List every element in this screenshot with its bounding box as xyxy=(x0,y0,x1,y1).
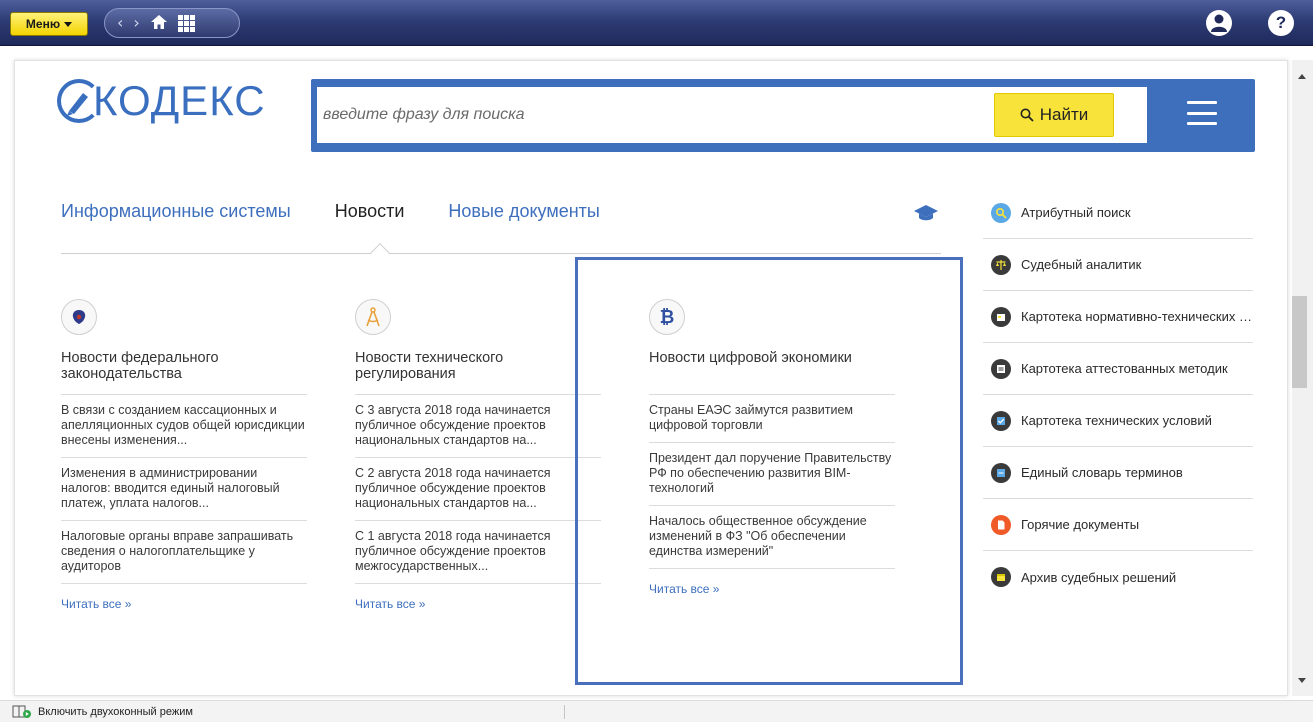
sidebar: Атрибутный поиск Судебный аналитик Карто… xyxy=(983,187,1253,603)
coat-of-arms-icon xyxy=(61,299,97,335)
menu-label: Меню xyxy=(25,17,61,31)
grid-icon[interactable] xyxy=(177,14,195,32)
main-content: КОДЕКС Найти Информационные системы Ново… xyxy=(14,60,1288,696)
catalog-icon xyxy=(991,358,1011,379)
catalog-icon xyxy=(991,410,1011,431)
sidebar-item-methods-catalog[interactable]: Картотека аттестованных методик xyxy=(983,343,1253,395)
column-title: Новости федерального законодательства xyxy=(61,350,219,382)
hot-document-icon xyxy=(991,514,1011,535)
scroll-down-icon[interactable] xyxy=(1298,678,1306,683)
graduation-cap-icon[interactable] xyxy=(913,203,939,223)
sidebar-item-label: Картотека нормативно-технических докумен… xyxy=(1021,309,1253,324)
tab-new-documents[interactable]: Новые документы xyxy=(448,201,599,222)
sidebar-item-court-archive[interactable]: Архив судебных решений xyxy=(983,551,1253,603)
compass-icon xyxy=(355,299,391,335)
sidebar-item-label: Атрибутный поиск xyxy=(1021,205,1131,220)
hamburger-menu-icon[interactable] xyxy=(1187,101,1217,125)
news-item[interactable]: В связи с созданием кассационных и апелл… xyxy=(61,394,307,457)
dictionary-icon xyxy=(991,462,1011,483)
read-all-link[interactable]: Читать все » xyxy=(355,583,601,611)
logo-text: КОДЕКС xyxy=(93,77,266,124)
tab-divider xyxy=(61,253,941,254)
logo[interactable]: КОДЕКС xyxy=(57,77,266,125)
user-icon[interactable] xyxy=(1206,10,1232,36)
highlight-frame xyxy=(575,257,963,685)
tab-information-systems[interactable]: Информационные системы xyxy=(61,201,291,222)
search-icon xyxy=(1020,108,1034,122)
scales-icon xyxy=(991,254,1011,275)
catalog-icon xyxy=(991,306,1011,327)
top-toolbar: Меню ‹ › ? xyxy=(0,0,1313,46)
read-all-link[interactable]: Читать все » xyxy=(61,583,307,611)
tab-bar: Информационные системы Новости Новые док… xyxy=(61,201,600,222)
search-bar: Найти xyxy=(311,79,1255,152)
column-title: Новости технического регулирования xyxy=(355,350,504,382)
sidebar-item-court-analyst[interactable]: Судебный аналитик xyxy=(983,239,1253,291)
sidebar-item-normative-catalog[interactable]: Картотека нормативно-технических докумен… xyxy=(983,291,1253,343)
vertical-scrollbar[interactable] xyxy=(1292,60,1313,696)
sidebar-item-label: Единый словарь терминов xyxy=(1021,465,1183,480)
sidebar-item-label: Картотека аттестованных методик xyxy=(1021,361,1228,376)
news-column-technical: Новости технического регулирования С 3 а… xyxy=(355,299,601,611)
scroll-thumb[interactable] xyxy=(1292,296,1307,388)
sidebar-item-attribute-search[interactable]: Атрибутный поиск xyxy=(983,187,1253,239)
active-tab-indicator xyxy=(370,243,390,263)
tab-news[interactable]: Новости xyxy=(335,201,405,222)
status-separator xyxy=(564,705,565,719)
logo-pen-icon xyxy=(57,79,101,123)
menu-button[interactable]: Меню xyxy=(10,12,88,36)
sidebar-item-technical-conditions[interactable]: Картотека технических условий xyxy=(983,395,1253,447)
attribute-search-icon xyxy=(991,202,1011,223)
help-icon[interactable]: ? xyxy=(1268,10,1294,36)
news-item[interactable]: С 1 августа 2018 года начинается публичн… xyxy=(355,520,601,583)
sidebar-item-dictionary[interactable]: Единый словарь терминов xyxy=(983,447,1253,499)
news-item[interactable]: Изменения в администрировании налогов: в… xyxy=(61,457,307,520)
news-item[interactable]: Налоговые органы вправе запрашивать свед… xyxy=(61,520,307,583)
sidebar-item-label: Картотека технических условий xyxy=(1021,413,1212,428)
news-column-federal: Новости федерального законодательства В … xyxy=(61,299,307,611)
news-item[interactable]: С 3 августа 2018 года начинается публичн… xyxy=(355,394,601,457)
archive-icon xyxy=(991,567,1011,587)
chevron-down-icon xyxy=(64,21,73,27)
sidebar-item-label: Горячие документы xyxy=(1021,517,1140,532)
status-bar: Включить двухоконный режим xyxy=(0,700,1313,722)
search-button-label: Найти xyxy=(1039,105,1089,124)
dual-window-toggle[interactable]: Включить двухоконный режим xyxy=(38,706,193,718)
news-item[interactable]: С 2 августа 2018 года начинается публичн… xyxy=(355,457,601,520)
sidebar-item-hot-documents[interactable]: Горячие документы xyxy=(983,499,1253,551)
navigation-pill: ‹ › xyxy=(104,8,240,38)
sidebar-item-label: Архив судебных решений xyxy=(1021,569,1177,585)
search-button[interactable]: Найти xyxy=(994,93,1114,137)
home-icon[interactable] xyxy=(150,14,168,33)
back-icon[interactable]: ‹ xyxy=(117,15,123,31)
dual-window-icon[interactable] xyxy=(12,705,31,719)
sidebar-item-label: Судебный аналитик xyxy=(1021,257,1142,272)
scroll-up-icon[interactable] xyxy=(1298,74,1306,79)
forward-icon[interactable]: › xyxy=(133,15,139,31)
